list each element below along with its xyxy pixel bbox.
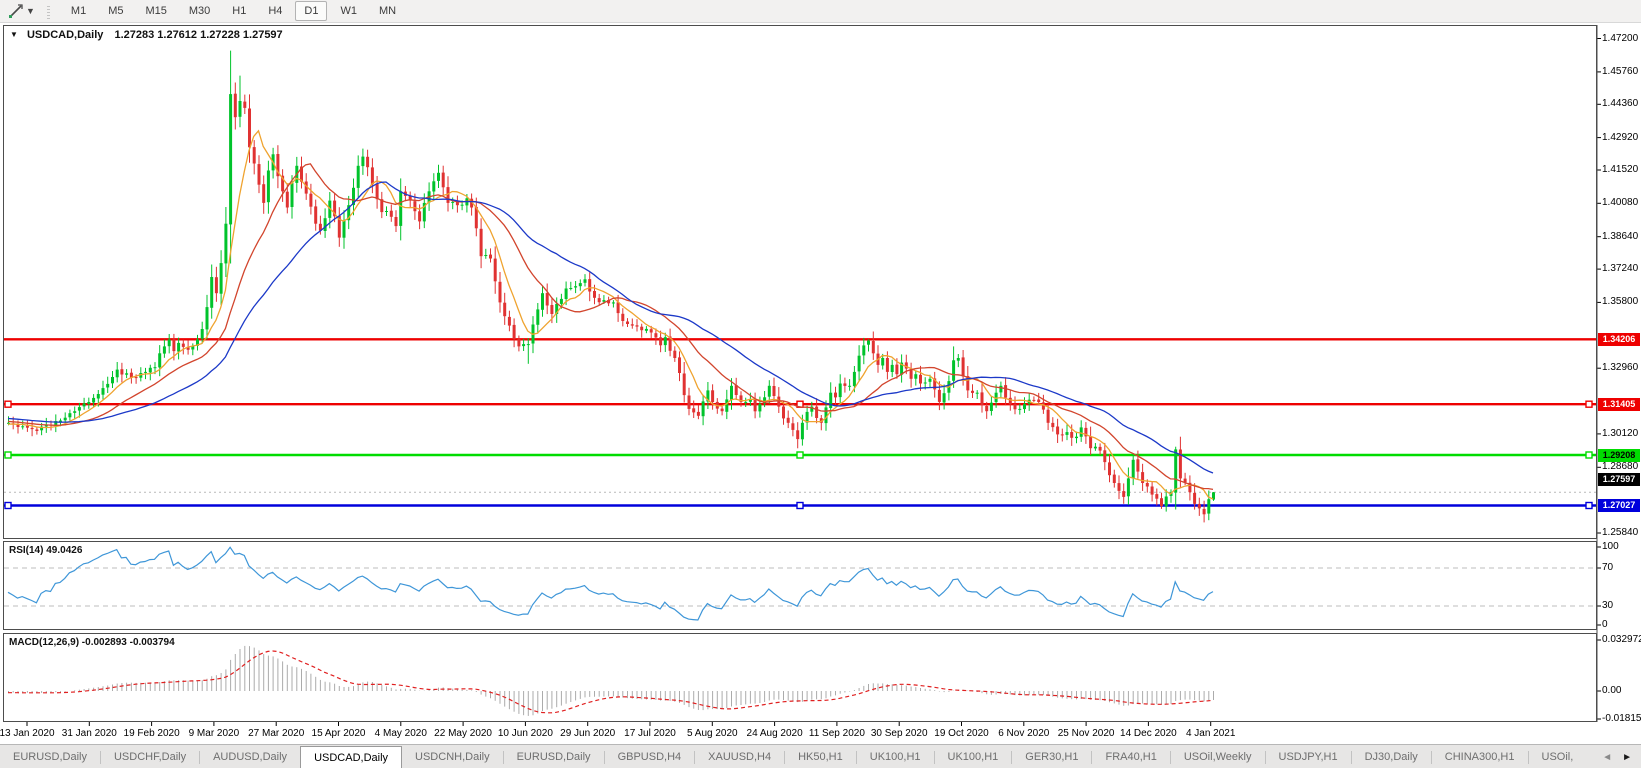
rsi-tick-label: 30 [1602, 600, 1614, 611]
date-axis-label: 4 May 2020 [374, 728, 427, 739]
date-axis-label: 19 Oct 2020 [934, 728, 989, 739]
tab-scroll-right-arrow[interactable]: ► [1617, 752, 1637, 763]
macd-label: MACD(12,26,9) -0.002893 -0.003794 [9, 637, 175, 648]
date-axis-label: 22 May 2020 [434, 728, 493, 739]
chart-tab-dj30-daily[interactable]: DJ30,Daily [1352, 745, 1431, 768]
chart-tab-usoil-weekly[interactable]: USOil,Weekly [1171, 745, 1265, 768]
date-axis-label: 19 Feb 2020 [123, 728, 180, 739]
chart-tab-eurusd-daily[interactable]: EURUSD,Daily [504, 745, 604, 768]
price-tick-label: 1.47200 [1602, 32, 1639, 44]
rsi-label: RSI(14) 49.0426 [9, 545, 83, 556]
date-axis-label: 4 Jan 2021 [1185, 728, 1236, 739]
hline-price-badge: 1.31405 [1598, 397, 1640, 411]
tab-scroll-left-arrow[interactable]: ◄ [1597, 752, 1617, 763]
hline-price-badge: 1.34206 [1598, 332, 1640, 346]
chart-tab-usoil-[interactable]: USOil, [1529, 745, 1587, 768]
chart-tab-gbpusd-h4[interactable]: GBPUSD,H4 [605, 745, 695, 768]
macd-tick-label: -0.018154 [1602, 713, 1641, 724]
chart-title: ▼ USDCAD,Daily 1.27283 1.27612 1.27228 1… [10, 29, 283, 41]
chart-tab-ger30-h1[interactable]: GER30,H1 [1012, 745, 1091, 768]
chart-tab-usdjpy-h1[interactable]: USDJPY,H1 [1266, 745, 1351, 768]
timeframe-button-m5[interactable]: M5 [99, 1, 132, 21]
timeframe-button-h1[interactable]: H1 [223, 1, 255, 21]
date-axis-label: 17 Jul 2020 [624, 728, 676, 739]
price-tick-label: 1.32960 [1602, 362, 1639, 374]
chart-tab-usdchf-daily[interactable]: USDCHF,Daily [101, 745, 199, 768]
price-tick-label: 1.41520 [1602, 164, 1639, 175]
price-tick-label: 1.40080 [1602, 197, 1639, 209]
rsi-tick-label: 0 [1602, 619, 1608, 630]
hline-price-badge: 1.27027 [1598, 499, 1640, 513]
price-tick-label: 1.28680 [1602, 461, 1639, 473]
chart-ohlc-values: 1.27283 1.27612 1.27228 1.27597 [114, 29, 283, 41]
timeframe-button-m1[interactable]: M1 [62, 1, 95, 21]
chart-symbol-label: USDCAD,Daily [26, 29, 104, 41]
date-axis-label: 15 Apr 2020 [311, 728, 366, 739]
main-price-chart[interactable] [3, 25, 1597, 539]
price-tick-label: 1.30120 [1602, 427, 1639, 439]
current-price-badge: 1.27597 [1598, 472, 1640, 486]
chart-tab-china300-h1[interactable]: CHINA300,H1 [1432, 745, 1528, 768]
chart-tab-hk50-h1[interactable]: HK50,H1 [785, 745, 856, 768]
date-axis-label: 29 Jun 2020 [560, 728, 616, 739]
rsi-tick-label: 100 [1602, 541, 1619, 552]
price-tick-label: 1.35800 [1602, 296, 1639, 308]
chart-tab-uk100-h1[interactable]: UK100,H1 [857, 745, 934, 768]
rsi-indicator-panel[interactable] [3, 541, 1597, 630]
chart-tab-usdcnh-daily[interactable]: USDCNH,Daily [402, 745, 503, 768]
macd-tick-label: 0.032972 [1602, 634, 1641, 645]
chart-tab-xauusd-h4[interactable]: XAUUSD,H4 [695, 745, 784, 768]
chart-tab-eurusd-daily[interactable]: EURUSD,Daily [0, 745, 100, 768]
chart-tab-usdcad-daily[interactable]: USDCAD,Daily [300, 746, 403, 768]
date-axis-label: 25 Nov 2020 [1057, 728, 1115, 739]
date-axis-label: 11 Sep 2020 [808, 728, 865, 739]
date-axis-label: 13 Jan 2020 [0, 728, 55, 739]
chart-tab-bar: EURUSD,Daily USDCHF,Daily AUDUSD,Daily USDC… [0, 744, 1641, 768]
price-tick-label: 1.44360 [1602, 98, 1639, 110]
timeframe-button-m30[interactable]: M30 [180, 1, 219, 21]
price-tick-label: 1.37240 [1602, 263, 1639, 275]
toolbar-grip [46, 3, 50, 19]
timeframe-buttons: M1 M5 M15 M30 H1 H4 D1 W1 MN [60, 1, 407, 21]
chart-tab-uk100-h1[interactable]: UK100,H1 [935, 745, 1012, 768]
date-axis-label: 31 Jan 2020 [61, 728, 117, 739]
date-axis-label: 27 Mar 2020 [248, 728, 305, 739]
draw-tool-dropdown-caret[interactable]: ▼ [26, 6, 35, 16]
chart-tab-fra40-h1[interactable]: FRA40,H1 [1092, 745, 1169, 768]
timeframe-button-mn[interactable]: MN [370, 1, 405, 21]
timeframe-button-m15[interactable]: M15 [136, 1, 175, 21]
price-tick-label: 1.25840 [1602, 527, 1639, 538]
date-axis-label: 10 Jun 2020 [497, 728, 553, 739]
date-axis-label: 24 Aug 2020 [746, 728, 803, 739]
tab-scroll-arrows: ◄ ► [1597, 745, 1641, 768]
price-tick-label: 1.45760 [1602, 65, 1639, 77]
date-axis-label: 9 Mar 2020 [188, 728, 240, 739]
timeframe-button-h4[interactable]: H4 [259, 1, 291, 21]
price-tick-label: 1.38640 [1602, 230, 1639, 242]
price-tick-label: 1.42920 [1602, 131, 1639, 143]
price-axis[interactable] [1597, 25, 1641, 722]
trading-platform-window: ▼ M1 M5 M15 M30 H1 H4 D1 W1 MN ▼ USDCAD,Daily 1.… [0, 0, 1641, 768]
chart-tab-audusd-daily[interactable]: AUDUSD,Daily [200, 745, 300, 768]
timeframe-button-d1[interactable]: D1 [295, 1, 328, 21]
date-axis-label: 5 Aug 2020 [686, 728, 738, 739]
rsi-tick-label: 70 [1602, 562, 1614, 573]
hline-price-badge: 1.29208 [1598, 448, 1640, 462]
date-axis-label: 6 Nov 2020 [998, 728, 1050, 739]
macd-indicator-panel[interactable] [3, 633, 1597, 722]
timeframe-button-w1[interactable]: W1 [331, 1, 366, 21]
collapse-indicator-icon[interactable]: ▼ [10, 30, 18, 39]
macd-tick-label: 0.00 [1602, 685, 1622, 696]
timeframe-toolbar: ▼ M1 M5 M15 M30 H1 H4 D1 W1 MN [0, 0, 1641, 23]
crosshair-line-icon [9, 4, 23, 18]
date-axis-label: 30 Sep 2020 [870, 728, 928, 739]
draw-tool-button[interactable] [6, 2, 26, 20]
date-axis-label: 14 Dec 2020 [1120, 728, 1177, 739]
